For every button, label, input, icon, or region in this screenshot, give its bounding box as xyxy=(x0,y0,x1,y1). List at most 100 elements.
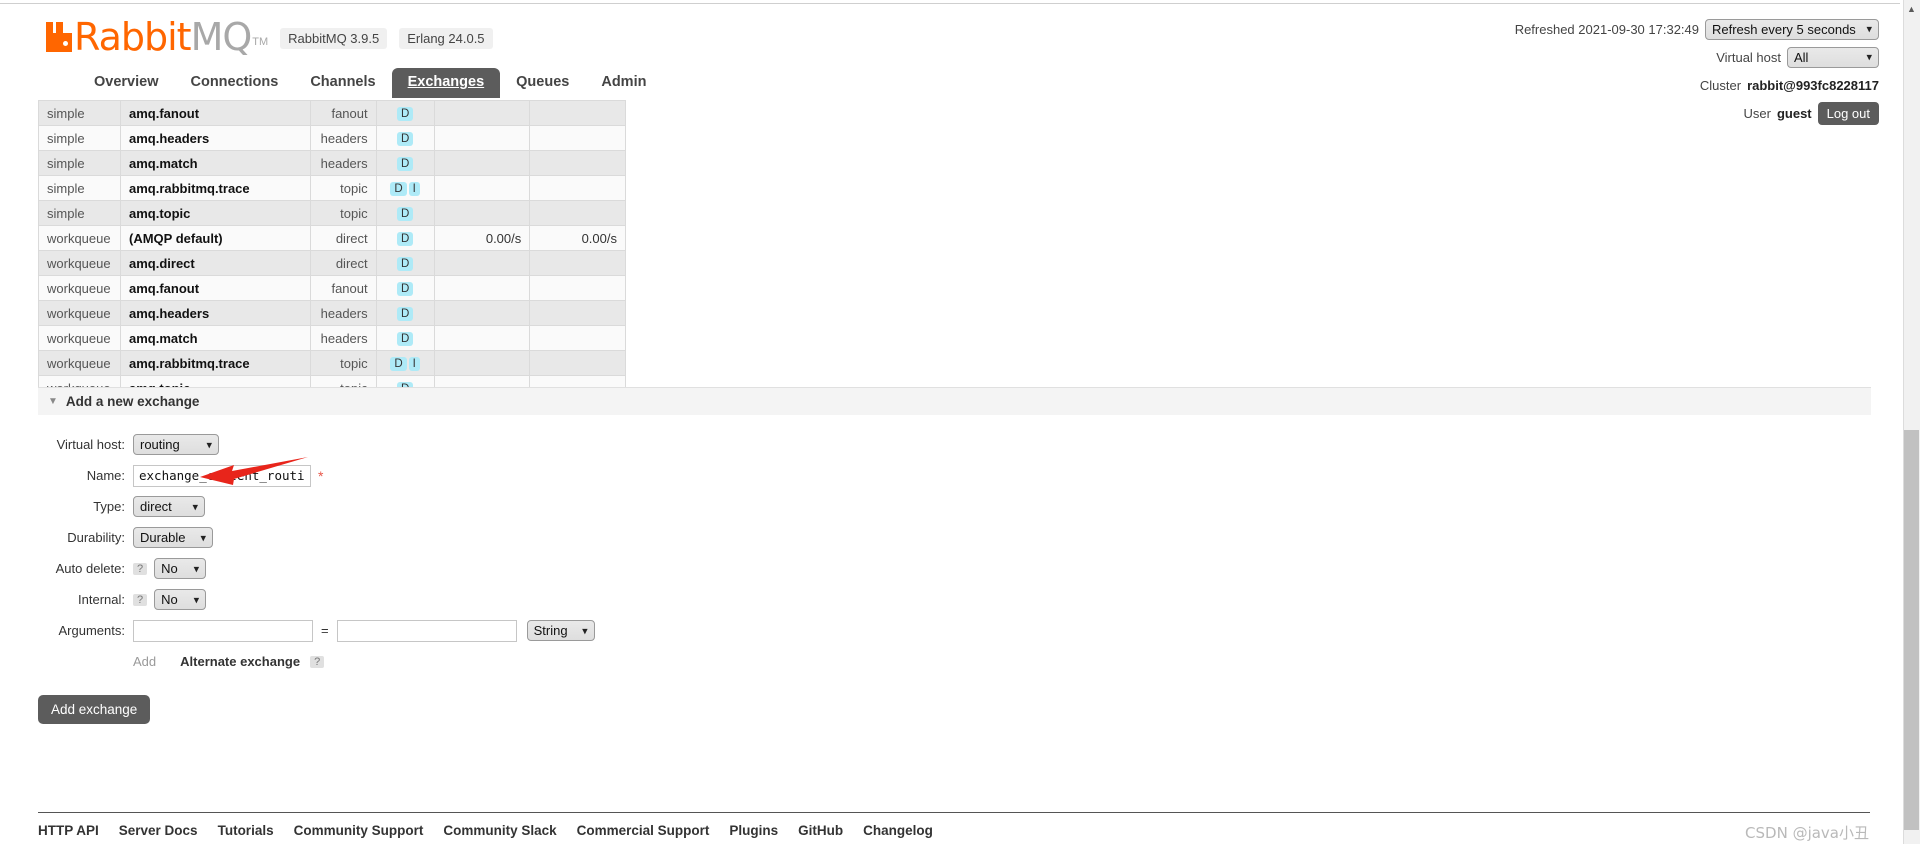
user-name: guest xyxy=(1776,105,1812,121)
rabbitmq-logo[interactable]: Rabbit MQ TM RabbitMQ 3.9.5 Erlang 24.0.5 xyxy=(46,18,493,56)
cell-exchange-name[interactable]: amq.rabbitmq.trace xyxy=(119,175,311,201)
feature-badge: D xyxy=(396,257,414,271)
cell-features: D xyxy=(375,200,435,226)
cell-rate-in xyxy=(433,350,531,376)
auto-delete-help-icon[interactable]: ? xyxy=(133,562,148,575)
vhost-filter-select[interactable]: All xyxy=(1787,46,1879,68)
vhost-select[interactable]: routing xyxy=(133,434,219,455)
cell-exchange-name[interactable]: (AMQP default) xyxy=(119,225,311,251)
vhost-field-label: Virtual host: xyxy=(56,437,125,452)
table-row: workqueue (AMQP default) direct D 0.00/s 0.00… xyxy=(38,225,626,251)
exchange-name-input[interactable] xyxy=(133,464,311,487)
internal-select[interactable]: No xyxy=(154,589,207,610)
csdn-watermark: CSDN @java小丑 xyxy=(1745,824,1869,842)
cell-exchange-name[interactable]: amq.headers xyxy=(119,300,311,326)
logout-button[interactable]: Log out xyxy=(1817,101,1879,125)
feature-badge: I xyxy=(408,357,420,371)
tab-overview[interactable]: Overview xyxy=(78,68,175,98)
cell-rate-in xyxy=(433,250,531,276)
cell-exchange-name[interactable]: amq.fanout xyxy=(119,100,311,126)
cluster-name: rabbit@993fc8228117 xyxy=(1747,77,1879,93)
cell-rate-out xyxy=(529,100,626,126)
cell-type: headers xyxy=(309,325,377,351)
tab-admin[interactable]: Admin xyxy=(585,68,662,98)
feature-badge: D xyxy=(396,132,414,146)
cell-features: D xyxy=(375,100,435,126)
type-field-label: Type: xyxy=(93,499,125,514)
user-row: User guest Log out xyxy=(1515,101,1879,125)
internal-field-label: Internal: xyxy=(78,592,125,607)
form-row-add-argument: Add Alternate exchange ? xyxy=(38,648,1871,675)
feature-badge: D xyxy=(396,332,414,346)
cell-exchange-name[interactable]: amq.match xyxy=(119,325,311,351)
exchange-type-select[interactable]: direct xyxy=(133,496,205,517)
table-row: simple amq.rabbitmq.trace topic D I xyxy=(38,175,626,201)
vhost-row: Virtual host All xyxy=(1515,46,1879,68)
footer-link-github[interactable]: GitHub xyxy=(798,823,843,838)
feature-badge: D xyxy=(396,107,414,121)
alternate-exchange-help-icon[interactable]: ? xyxy=(310,655,325,668)
cell-rate-out xyxy=(529,350,626,376)
table-row: simple amq.headers headers D xyxy=(38,125,626,151)
footer-link-changelog[interactable]: Changelog xyxy=(863,823,933,838)
cell-type: headers xyxy=(309,300,377,326)
form-row-auto-delete: Auto delete: ? No xyxy=(38,555,1871,582)
add-exchange-section-header[interactable]: ▼ Add a new exchange xyxy=(38,387,1871,415)
tab-exchanges[interactable]: Exchanges xyxy=(391,68,501,98)
form-row-type: Type: direct xyxy=(38,493,1871,520)
rabbit-logo-icon xyxy=(46,22,72,52)
header-status-panel: Refreshed 2021-09-30 17:32:49 Refresh ev… xyxy=(1515,18,1879,130)
argument-type-select[interactable]: String xyxy=(526,620,595,641)
cell-features: D xyxy=(375,225,435,251)
add-argument-link[interactable]: Add xyxy=(133,654,156,669)
cell-features: D xyxy=(375,300,435,326)
cell-features: D xyxy=(375,125,435,151)
argument-value-input[interactable] xyxy=(336,619,517,642)
cell-type: topic xyxy=(309,350,377,376)
cell-vhost: workqueue xyxy=(38,350,121,376)
browser-scrollbar[interactable]: ▲ xyxy=(1903,0,1920,844)
cell-exchange-name[interactable]: amq.fanout xyxy=(119,275,311,301)
tab-channels[interactable]: Channels xyxy=(294,68,391,98)
refresh-interval-select-wrap: Refresh every 5 seconds xyxy=(1705,18,1879,40)
durability-select[interactable]: Durable xyxy=(133,527,213,548)
cell-type: fanout xyxy=(309,275,377,301)
cell-vhost: simple xyxy=(38,100,121,126)
cell-exchange-name[interactable]: amq.topic xyxy=(119,200,311,226)
form-row-internal: Internal: ? No xyxy=(38,586,1871,613)
cell-exchange-name[interactable]: amq.rabbitmq.trace xyxy=(119,350,311,376)
cell-exchange-name[interactable]: amq.direct xyxy=(119,250,311,276)
scrollbar-thumb[interactable] xyxy=(1904,430,1919,830)
cluster-label: Cluster xyxy=(1699,77,1742,93)
internal-help-icon[interactable]: ? xyxy=(133,593,148,606)
tab-connections[interactable]: Connections xyxy=(175,68,295,98)
add-exchange-form: Virtual host: routing Name: * Type: dire… xyxy=(38,431,1871,724)
footer-link-plugins[interactable]: Plugins xyxy=(729,823,778,838)
auto-delete-select[interactable]: No xyxy=(154,558,207,579)
cell-features: DI xyxy=(375,175,435,201)
footer-link-commercial-support[interactable]: Commercial Support xyxy=(577,823,710,838)
cell-rate-out xyxy=(529,325,626,351)
add-exchange-section: ▼ Add a new exchange Virtual host: routi… xyxy=(38,387,1871,724)
cell-exchange-name[interactable]: amq.headers xyxy=(119,125,311,151)
refresh-interval-select[interactable]: Refresh every 5 seconds xyxy=(1705,18,1879,40)
footer-link-tutorials[interactable]: Tutorials xyxy=(218,823,274,838)
cell-rate-out xyxy=(529,200,626,226)
argument-key-input[interactable] xyxy=(133,619,313,642)
refresh-row: Refreshed 2021-09-30 17:32:49 Refresh ev… xyxy=(1515,18,1879,40)
add-exchange-button[interactable]: Add exchange xyxy=(38,695,151,724)
footer-link-http-api[interactable]: HTTP API xyxy=(38,823,99,838)
logo-trademark: TM xyxy=(252,36,269,48)
cell-type: headers xyxy=(309,125,377,151)
cell-rate-in xyxy=(433,150,531,176)
cell-vhost: simple xyxy=(38,200,121,226)
scroll-up-icon[interactable]: ▲ xyxy=(1903,0,1920,17)
cell-vhost: workqueue xyxy=(38,225,121,251)
cell-exchange-name[interactable]: amq.match xyxy=(119,150,311,176)
footer-link-community-support[interactable]: Community Support xyxy=(294,823,424,838)
footer-link-community-slack[interactable]: Community Slack xyxy=(443,823,556,838)
cell-vhost: simple xyxy=(38,175,121,201)
cell-rate-in xyxy=(433,200,531,226)
footer-link-server-docs[interactable]: Server Docs xyxy=(119,823,198,838)
tab-queues[interactable]: Queues xyxy=(500,68,585,98)
